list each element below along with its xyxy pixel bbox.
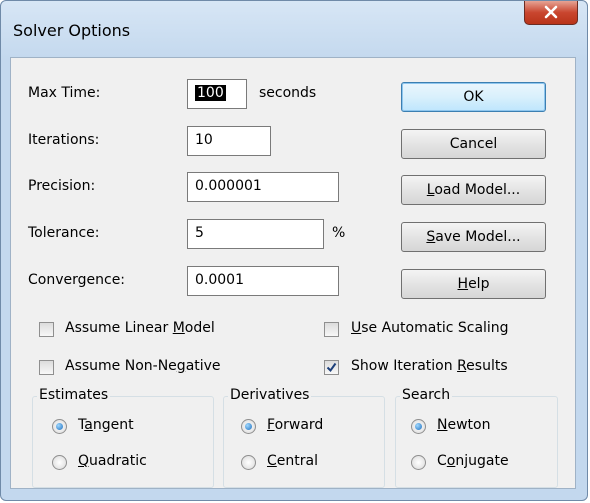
estimates-group-label: Estimates (37, 387, 111, 403)
precision-label: Precision: (28, 178, 96, 194)
convergence-label: Convergence: (28, 272, 126, 288)
search-group (395, 396, 558, 488)
show-iteration-results-checkbox[interactable] (324, 360, 339, 375)
conjugate-label: Conjugate (437, 453, 509, 469)
tolerance-input[interactable]: 5 (187, 219, 324, 249)
precision-input[interactable]: 0.000001 (187, 172, 339, 202)
estimates-group (32, 396, 214, 488)
checkmark-icon (326, 362, 337, 373)
cancel-button[interactable]: Cancel (401, 129, 546, 159)
quadratic-label: Quadratic (78, 453, 147, 469)
dialog-body: Max Time: 100 seconds Iterations: 10 Pre… (10, 57, 576, 489)
load-model-button[interactable]: Load Model... (401, 175, 546, 205)
max-time-input[interactable]: 100 (187, 79, 247, 109)
newton-radio[interactable] (411, 419, 426, 434)
dialog-window: Solver Options Max Time: 100 seconds Ite… (0, 0, 588, 501)
use-automatic-scaling-checkbox[interactable] (324, 322, 339, 337)
use-automatic-scaling-label: Use Automatic Scaling (351, 320, 509, 336)
show-iteration-results-label: Show Iteration Results (351, 358, 508, 374)
central-label: Central (267, 453, 318, 469)
convergence-input[interactable]: 0.0001 (187, 266, 339, 296)
iterations-input[interactable]: 10 (187, 126, 271, 156)
max-time-label: Max Time: (28, 85, 101, 101)
ok-button[interactable]: OK (401, 82, 546, 112)
help-button[interactable]: Help (401, 269, 546, 299)
tangent-label: Tangent (78, 417, 134, 433)
conjugate-radio[interactable] (411, 455, 426, 470)
search-group-label: Search (400, 387, 453, 403)
dialog-title: Solver Options (13, 21, 131, 40)
newton-label: Newton (437, 417, 491, 433)
tangent-radio[interactable] (52, 419, 67, 434)
max-time-unit: seconds (259, 85, 317, 101)
assume-linear-model-label: Assume Linear Model (65, 320, 215, 336)
iterations-label: Iterations: (28, 132, 100, 148)
forward-radio[interactable] (241, 419, 256, 434)
assume-linear-model-checkbox[interactable] (39, 322, 54, 337)
max-time-value: 100 (195, 85, 226, 101)
derivatives-group-label: Derivatives (228, 387, 312, 403)
assume-non-negative-checkbox[interactable] (39, 360, 54, 375)
save-model-button[interactable]: Save Model... (401, 222, 546, 252)
close-button[interactable] (524, 1, 578, 25)
close-icon (544, 5, 558, 19)
assume-non-negative-label: Assume Non-Negative (65, 358, 221, 374)
central-radio[interactable] (241, 455, 256, 470)
forward-label: Forward (267, 417, 324, 433)
tolerance-label: Tolerance: (28, 225, 100, 241)
quadratic-radio[interactable] (52, 455, 67, 470)
tolerance-unit: % (332, 225, 346, 241)
derivatives-group (223, 396, 385, 488)
